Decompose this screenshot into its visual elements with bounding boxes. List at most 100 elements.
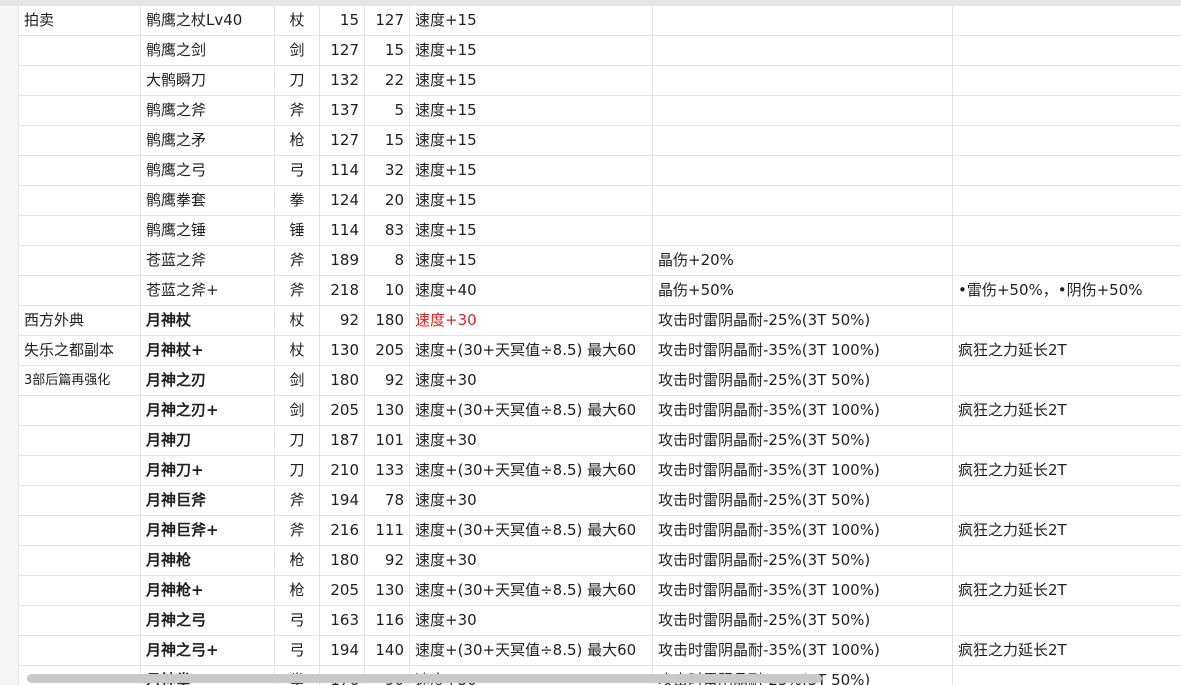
- row-header[interactable]: [0, 486, 19, 516]
- value1-cell[interactable]: 216: [320, 516, 365, 546]
- extra-cell[interactable]: [953, 66, 1181, 96]
- table-row[interactable]: 鹘鹰之弓 弓 114 32 速度+15: [0, 156, 1181, 186]
- category-cell[interactable]: [19, 426, 141, 456]
- value2-cell[interactable]: 140: [365, 636, 410, 666]
- speed-cell[interactable]: 速度+(30+天冥值÷8.5) 最大60: [410, 396, 653, 426]
- effect-cell[interactable]: 攻击时雷阴晶耐-35%(3T 100%): [653, 576, 953, 606]
- extra-cell[interactable]: [953, 246, 1181, 276]
- speed-cell[interactable]: 速度+40: [410, 276, 653, 306]
- table-row[interactable]: 3部后篇再强化 月神之刃 剑 180 92 速度+30 攻击时雷阴晶耐-25%(…: [0, 366, 1181, 396]
- table-row[interactable]: 鹘鹰之锤 锤 114 83 速度+15: [0, 216, 1181, 246]
- speed-cell[interactable]: 速度+30: [410, 606, 653, 636]
- value1-cell[interactable]: 205: [320, 576, 365, 606]
- name-cell[interactable]: 苍蓝之斧: [141, 246, 275, 276]
- table-row[interactable]: 月神刀+ 刀 210 133 速度+(30+天冥值÷8.5) 最大60 攻击时雷…: [0, 456, 1181, 486]
- name-cell[interactable]: 月神之弓: [141, 606, 275, 636]
- speed-cell[interactable]: 速度+15: [410, 246, 653, 276]
- row-header[interactable]: [0, 396, 19, 426]
- type-cell[interactable]: 枪: [275, 546, 320, 576]
- table-row[interactable]: 鹘鹰之矛 枪 127 15 速度+15: [0, 126, 1181, 156]
- speed-cell[interactable]: 速度+30: [410, 486, 653, 516]
- table-row[interactable]: 鹘鹰之斧 斧 137 5 速度+15: [0, 96, 1181, 126]
- table-row[interactable]: 拍卖 鹘鹰之杖Lv40 杖 15 127 速度+15: [0, 6, 1181, 36]
- category-cell[interactable]: 失乐之都副本: [19, 336, 141, 366]
- value2-cell[interactable]: 10: [365, 276, 410, 306]
- effect-cell[interactable]: 攻击时雷阴晶耐-35%(3T 100%): [653, 336, 953, 366]
- speed-cell[interactable]: 速度+15: [410, 6, 653, 36]
- type-cell[interactable]: 拳: [275, 186, 320, 216]
- value2-cell[interactable]: 15: [365, 126, 410, 156]
- effect-cell[interactable]: [653, 186, 953, 216]
- category-cell[interactable]: [19, 156, 141, 186]
- extra-cell[interactable]: [953, 426, 1181, 456]
- type-cell[interactable]: 杖: [275, 336, 320, 366]
- value2-cell[interactable]: 127: [365, 6, 410, 36]
- name-cell[interactable]: 月神枪+: [141, 576, 275, 606]
- row-header[interactable]: [0, 636, 19, 666]
- table-row[interactable]: 月神之弓 弓 163 116 速度+30 攻击时雷阴晶耐-25%(3T 50%): [0, 606, 1181, 636]
- extra-cell[interactable]: [953, 306, 1181, 336]
- name-cell[interactable]: 鹘鹰之斧: [141, 96, 275, 126]
- category-cell[interactable]: [19, 396, 141, 426]
- effect-cell[interactable]: 攻击时雷阴晶耐-25%(3T 50%): [653, 546, 953, 576]
- table-row[interactable]: 月神之刃+ 剑 205 130 速度+(30+天冥值÷8.5) 最大60 攻击时…: [0, 396, 1181, 426]
- type-cell[interactable]: 锤: [275, 216, 320, 246]
- category-cell[interactable]: [19, 456, 141, 486]
- effect-cell[interactable]: [653, 156, 953, 186]
- type-cell[interactable]: 剑: [275, 36, 320, 66]
- extra-cell[interactable]: [953, 366, 1181, 396]
- extra-cell[interactable]: [953, 186, 1181, 216]
- table-row[interactable]: 月神枪 枪 180 92 速度+30 攻击时雷阴晶耐-25%(3T 50%): [0, 546, 1181, 576]
- value1-cell[interactable]: 205: [320, 396, 365, 426]
- name-cell[interactable]: 月神之刃: [141, 366, 275, 396]
- extra-cell[interactable]: [953, 96, 1181, 126]
- type-cell[interactable]: 斧: [275, 486, 320, 516]
- category-cell[interactable]: [19, 276, 141, 306]
- type-cell[interactable]: 剑: [275, 396, 320, 426]
- value1-cell[interactable]: 194: [320, 636, 365, 666]
- spreadsheet-grid[interactable]: 拍卖 鹘鹰之杖Lv40 杖 15 127 速度+15 鹘鹰之剑 剑 127 15…: [0, 6, 1181, 685]
- name-cell[interactable]: 月神之刃+: [141, 396, 275, 426]
- table-row[interactable]: 月神之弓+ 弓 194 140 速度+(30+天冥值÷8.5) 最大60 攻击时…: [0, 636, 1181, 666]
- speed-cell[interactable]: 速度+(30+天冥值÷8.5) 最大60: [410, 576, 653, 606]
- type-cell[interactable]: 弓: [275, 606, 320, 636]
- category-cell[interactable]: [19, 36, 141, 66]
- value1-cell[interactable]: 132: [320, 66, 365, 96]
- effect-cell[interactable]: 攻击时雷阴晶耐-25%(3T 50%): [653, 486, 953, 516]
- value2-cell[interactable]: 180: [365, 306, 410, 336]
- table-row[interactable]: 月神刀 刀 187 101 速度+30 攻击时雷阴晶耐-25%(3T 50%): [0, 426, 1181, 456]
- category-cell[interactable]: [19, 246, 141, 276]
- speed-cell[interactable]: 速度+30: [410, 546, 653, 576]
- category-cell[interactable]: [19, 516, 141, 546]
- name-cell[interactable]: 鹘鹰之矛: [141, 126, 275, 156]
- extra-cell[interactable]: [953, 156, 1181, 186]
- speed-cell[interactable]: 速度+(30+天冥值÷8.5) 最大60: [410, 636, 653, 666]
- name-cell[interactable]: 月神杖: [141, 306, 275, 336]
- value1-cell[interactable]: 187: [320, 426, 365, 456]
- effect-cell[interactable]: [653, 216, 953, 246]
- extra-cell[interactable]: •雷伤+50%，•阴伤+50%: [953, 276, 1181, 306]
- effect-cell[interactable]: 晶伤+50%: [653, 276, 953, 306]
- type-cell[interactable]: 斧: [275, 516, 320, 546]
- type-cell[interactable]: 斧: [275, 246, 320, 276]
- speed-cell[interactable]: 速度+15: [410, 126, 653, 156]
- effect-cell[interactable]: 攻击时雷阴晶耐-35%(3T 100%): [653, 396, 953, 426]
- effect-cell[interactable]: [653, 6, 953, 36]
- speed-cell[interactable]: 速度+15: [410, 186, 653, 216]
- extra-cell[interactable]: [953, 126, 1181, 156]
- row-header[interactable]: [0, 546, 19, 576]
- name-cell[interactable]: 鹘鹰之杖Lv40: [141, 6, 275, 36]
- category-cell[interactable]: [19, 126, 141, 156]
- value2-cell[interactable]: 92: [365, 546, 410, 576]
- type-cell[interactable]: 斧: [275, 96, 320, 126]
- name-cell[interactable]: 月神刀+: [141, 456, 275, 486]
- value2-cell[interactable]: 20: [365, 186, 410, 216]
- table-row[interactable]: 鹘鹰拳套 拳 124 20 速度+15: [0, 186, 1181, 216]
- row-header[interactable]: [0, 186, 19, 216]
- category-cell[interactable]: [19, 576, 141, 606]
- name-cell[interactable]: 鹘鹰之剑: [141, 36, 275, 66]
- row-header[interactable]: [0, 516, 19, 546]
- value2-cell[interactable]: 15: [365, 36, 410, 66]
- category-cell[interactable]: [19, 216, 141, 246]
- value2-cell[interactable]: 92: [365, 366, 410, 396]
